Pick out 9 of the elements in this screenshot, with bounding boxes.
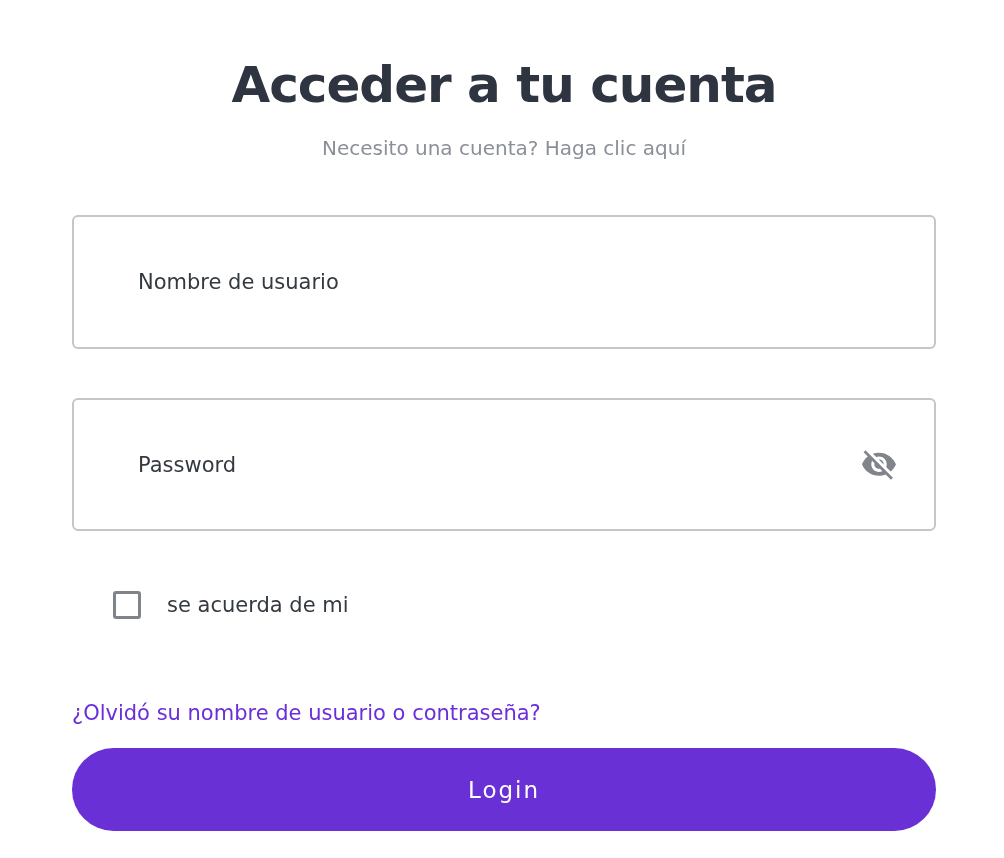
forgot-password-link[interactable]: ¿Olvidó su nombre de usuario o contraseña? <box>72 698 541 728</box>
login-button[interactable]: Login <box>72 748 936 831</box>
remember-checkbox[interactable] <box>113 591 141 619</box>
remember-label: se acuerda de mi <box>167 592 349 619</box>
eye-slash-icon[interactable] <box>862 449 896 480</box>
username-field[interactable]: Nombre de usuario <box>72 215 936 349</box>
password-field[interactable]: Password <box>72 398 936 531</box>
page-title: Acceder a tu cuenta <box>231 55 777 115</box>
signup-prompt: Necesito una cuenta? Haga clic aquí <box>322 135 686 162</box>
